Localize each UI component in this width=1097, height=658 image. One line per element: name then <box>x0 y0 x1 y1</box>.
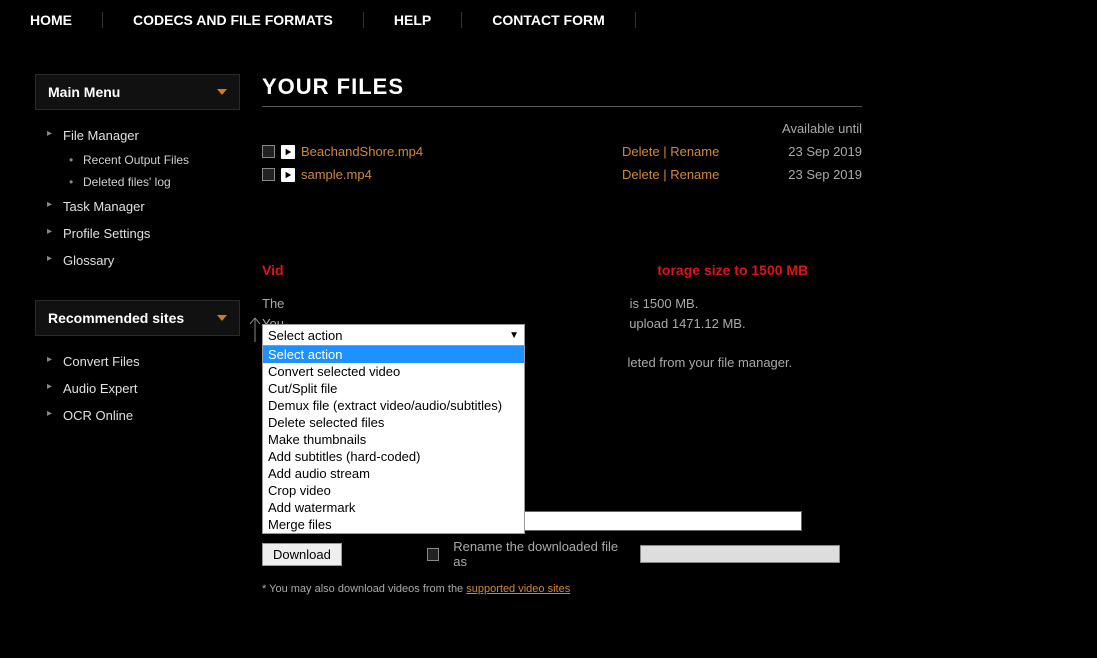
main-menu-header[interactable]: Main Menu <box>35 74 240 110</box>
rename-checkbox[interactable] <box>427 548 439 561</box>
dropdown-option[interactable]: Crop video <box>263 482 524 499</box>
play-icon[interactable] <box>281 168 295 182</box>
dropdown-option[interactable]: Convert selected video <box>263 363 524 380</box>
rename-link[interactable]: Rename <box>670 167 719 182</box>
select-arrow-icon <box>248 316 262 349</box>
sidebar-item-glossary[interactable]: Glossary <box>35 247 240 274</box>
dropdown-option[interactable]: Add watermark <box>263 499 524 516</box>
action-dropdown-list: Select action Convert selected video Cut… <box>262 346 525 534</box>
available-until-label: Available until <box>262 121 862 136</box>
chevron-down-icon <box>217 315 227 321</box>
rename-input[interactable] <box>640 545 840 563</box>
rename-link[interactable]: Rename <box>670 144 719 159</box>
nav-contact[interactable]: CONTACT FORM <box>462 12 636 28</box>
delete-link[interactable]: Delete <box>622 167 660 182</box>
sidebar-item-profile[interactable]: Profile Settings <box>35 220 240 247</box>
action-select[interactable]: Select action ▼ <box>262 324 525 346</box>
file-name-link[interactable]: sample.mp4 <box>301 167 372 182</box>
file-checkbox[interactable] <box>262 145 275 158</box>
file-date: 23 Sep 2019 <box>742 144 862 159</box>
sidebar-item-deleted-log[interactable]: Deleted files' log <box>35 171 240 193</box>
nav-codecs[interactable]: CODECS AND FILE FORMATS <box>103 12 364 28</box>
file-date: 23 Sep 2019 <box>742 167 862 182</box>
play-icon[interactable] <box>281 145 295 159</box>
download-button[interactable]: Download <box>262 543 342 566</box>
sidebar-item-task-manager[interactable]: Task Manager <box>35 193 240 220</box>
top-nav: HOME CODECS AND FILE FORMATS HELP CONTAC… <box>0 0 1097 46</box>
dropdown-option[interactable]: Delete selected files <box>263 414 524 431</box>
chevron-down-icon: ▼ <box>509 330 519 341</box>
footnote: * You may also download videos from the … <box>262 583 840 595</box>
dropdown-option[interactable]: Merge files <box>263 516 524 533</box>
main-content: YOUR FILES Available until BeachandShore… <box>240 74 880 595</box>
sidebar-item-file-manager[interactable]: File Manager <box>35 122 240 149</box>
dropdown-option[interactable]: Make thumbnails <box>263 431 524 448</box>
nav-home[interactable]: HOME <box>0 12 103 28</box>
file-checkbox[interactable] <box>262 168 275 181</box>
sidebar-item-ocr-online[interactable]: OCR Online <box>35 402 240 429</box>
recommended-title: Recommended sites <box>48 310 184 326</box>
recommended-header[interactable]: Recommended sites <box>35 300 240 336</box>
select-current-value: Select action <box>268 328 342 343</box>
supported-sites-link[interactable]: supported video sites <box>466 583 570 595</box>
chevron-down-icon <box>217 89 227 95</box>
dropdown-option[interactable]: Add audio stream <box>263 465 524 482</box>
action-dropdown: Select action ▼ Select action Convert se… <box>262 324 525 534</box>
file-row: BeachandShore.mp4 Delete | Rename 23 Sep… <box>262 144 862 159</box>
dropdown-option[interactable]: Add subtitles (hard-coded) <box>263 448 524 465</box>
file-name-link[interactable]: BeachandShore.mp4 <box>301 144 423 159</box>
storage-notice: Vid xxxxxxxxxxxxxxxxxxxxxxxxxxxxxxxxxxxx… <box>262 262 840 278</box>
dropdown-option[interactable]: Demux file (extract video/audio/subtitle… <box>263 397 524 414</box>
dropdown-option[interactable]: Select action <box>263 346 524 363</box>
delete-link[interactable]: Delete <box>622 144 660 159</box>
file-row: sample.mp4 Delete | Rename 23 Sep 2019 <box>262 167 862 182</box>
nav-help[interactable]: HELP <box>364 12 462 28</box>
sidebar: Main Menu File Manager Recent Output Fil… <box>0 74 240 429</box>
sidebar-item-convert-files[interactable]: Convert Files <box>35 348 240 375</box>
sidebar-item-recent-output[interactable]: Recent Output Files <box>35 149 240 171</box>
dropdown-option[interactable]: Cut/Split file <box>263 380 524 397</box>
rename-file-label: Rename the downloaded file as <box>453 539 626 569</box>
sidebar-item-audio-expert[interactable]: Audio Expert <box>35 375 240 402</box>
page-title: YOUR FILES <box>262 74 862 107</box>
main-menu-title: Main Menu <box>48 84 120 100</box>
